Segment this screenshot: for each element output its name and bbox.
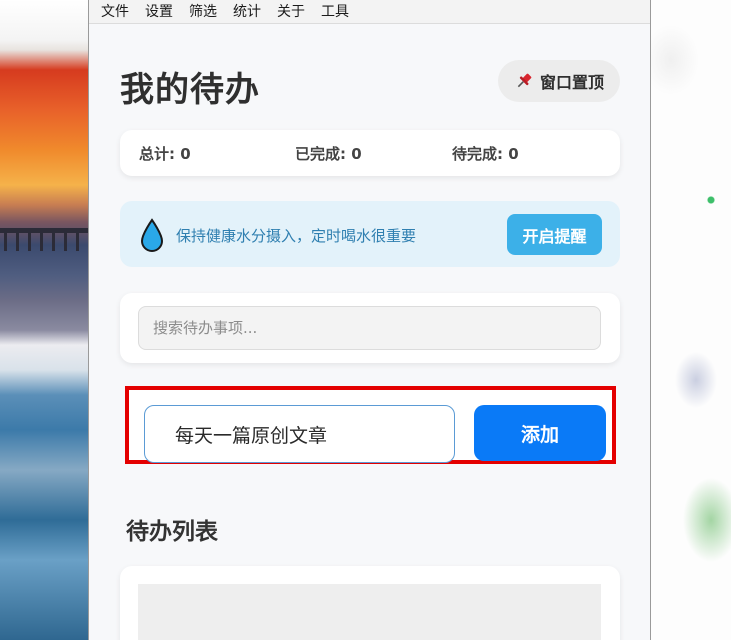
desktop-wallpaper-right	[651, 0, 731, 640]
stats-card: 总计: 0 已完成: 0 待完成: 0	[120, 130, 620, 176]
header: 我的待办 窗口置顶	[120, 58, 620, 110]
menu-about[interactable]: 关于	[277, 1, 305, 23]
stat-completed: 已完成: 0	[295, 144, 362, 163]
todo-list-card	[120, 566, 620, 640]
desktop-wallpaper-left	[0, 0, 90, 640]
add-todo-section: 添加	[125, 386, 616, 464]
pin-window-button[interactable]: 窗口置顶	[498, 60, 620, 102]
new-todo-input[interactable]	[144, 405, 455, 463]
page-title: 我的待办	[120, 70, 260, 110]
todo-list-title: 待办列表	[126, 519, 218, 545]
todo-list-area	[138, 584, 601, 640]
water-reminder-banner: 保持健康水分摄入，定时喝水很重要 开启提醒	[120, 201, 620, 267]
pin-window-label: 窗口置顶	[539, 73, 604, 92]
app-window: 文件 设置 筛选 统计 关于 工具 我的待办 窗口置顶 总计: 0 已完成: 0	[88, 0, 651, 640]
stat-total: 总计: 0	[139, 144, 191, 163]
menu-filter[interactable]: 筛选	[189, 1, 217, 23]
menubar: 文件 设置 筛选 统计 关于 工具	[89, 0, 650, 24]
search-input[interactable]	[138, 306, 601, 350]
menu-stats[interactable]: 统计	[233, 1, 261, 23]
pier-illustration	[0, 228, 88, 251]
menu-tools[interactable]: 工具	[321, 1, 349, 23]
search-card	[120, 293, 620, 363]
add-todo-button[interactable]: 添加	[474, 405, 606, 461]
water-drop-icon	[140, 218, 164, 252]
pushpin-icon	[514, 71, 534, 91]
menu-file[interactable]: 文件	[101, 1, 129, 23]
stat-pending: 待完成: 0	[452, 144, 519, 163]
enable-reminder-button[interactable]: 开启提醒	[507, 214, 602, 255]
water-reminder-text: 保持健康水分摄入，定时喝水很重要	[176, 227, 417, 245]
menu-settings[interactable]: 设置	[145, 1, 173, 23]
